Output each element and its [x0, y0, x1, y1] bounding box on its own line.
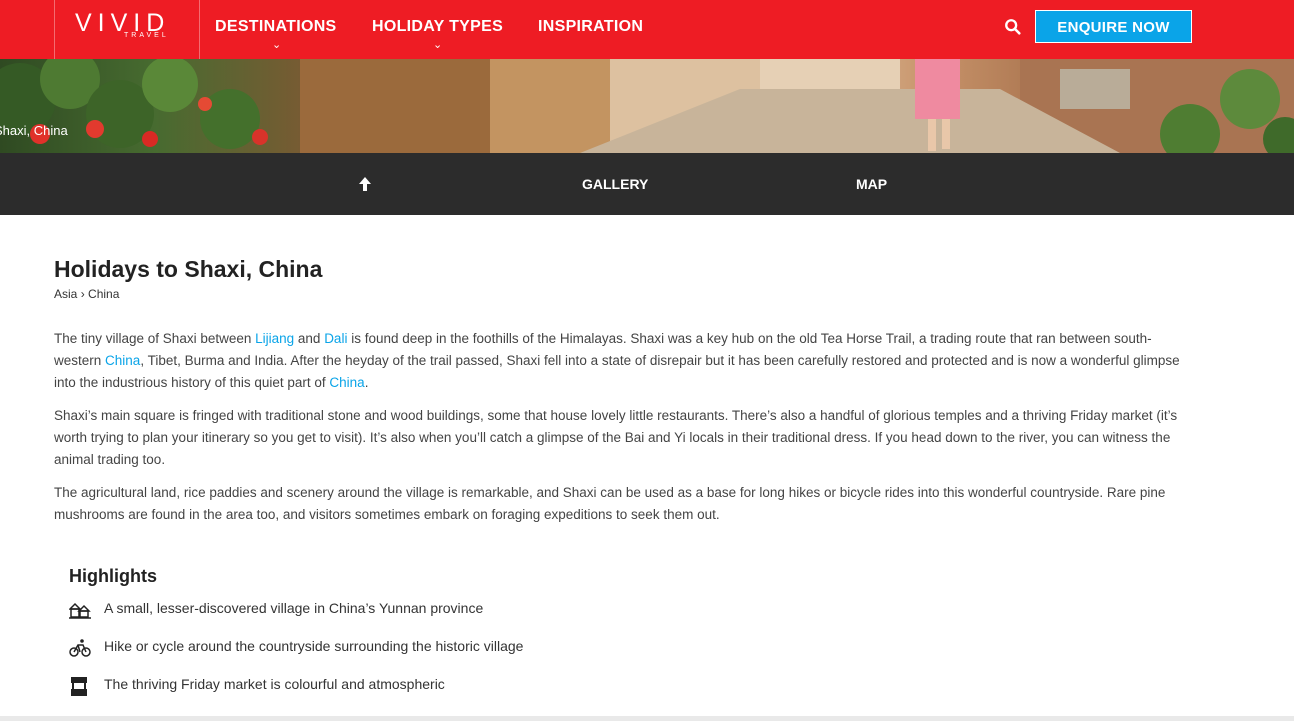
logo-subtitle: TRAVEL [124, 32, 169, 39]
link-lijiang[interactable]: Lijiang [255, 331, 294, 346]
enquire-now-button[interactable]: ENQUIRE NOW [1035, 10, 1192, 43]
market-stall-icon [71, 677, 87, 696]
intro-text-5: . [364, 375, 369, 390]
chevron-down-icon: ⌄ [433, 39, 443, 51]
countryside-paragraph: The agricultural land, rice paddies and … [54, 485, 1166, 522]
nav-holiday-types[interactable]: HOLIDAY TYPES [372, 18, 503, 36]
chevron-down-icon: ⌄ [272, 39, 282, 51]
link-dali[interactable]: Dali [324, 331, 347, 346]
intro-text-1: The tiny village of Shaxi between [54, 331, 256, 346]
highlight-text: The thriving Friday market is colourful … [104, 676, 445, 692]
search-icon[interactable] [1004, 18, 1022, 36]
nav-inspiration[interactable]: INSPIRATION [538, 18, 643, 36]
intro-text-2: and [294, 331, 325, 346]
highlight-text: Hike or cycle around the countryside sur… [104, 638, 524, 654]
village-icon [69, 602, 91, 619]
hero-photo-illustration [0, 59, 1294, 153]
breadcrumb-asia[interactable]: Asia [54, 287, 77, 301]
section-navigation: GALLERY MAP [0, 153, 1294, 215]
divider [0, 716, 1294, 721]
page-title: Holidays to Shaxi, China [54, 256, 323, 282]
intro-paragraph: The tiny village of Shaxi between Lijian… [54, 328, 1194, 394]
highlights-heading: Highlights [69, 566, 157, 586]
intro-text-4: , Tibet, Burma and India. After the heyd… [54, 353, 1180, 390]
top-navigation-bar: VIVID TRAVEL DESTINATIONS ⌄ HOLIDAY TYPE… [0, 0, 1294, 59]
link-china[interactable]: China [329, 375, 364, 390]
main-square-paragraph: Shaxi’s main square is fringed with trad… [54, 408, 1178, 467]
vivid-travel-logo[interactable]: VIVID TRAVEL [54, 0, 200, 59]
arrow-up-icon[interactable] [358, 176, 372, 192]
tab-gallery[interactable]: GALLERY [582, 176, 648, 192]
highlight-text: A small, lesser-discovered village in Ch… [104, 600, 484, 616]
bicycle-icon [69, 639, 91, 657]
breadcrumb: Asia › China [54, 287, 119, 301]
breadcrumb-separator: › [80, 287, 85, 301]
hero-image: Shaxi, China [0, 59, 1294, 153]
hero-caption: Shaxi, China [0, 123, 68, 138]
tab-map[interactable]: MAP [856, 176, 887, 192]
nav-destinations[interactable]: DESTINATIONS [215, 18, 337, 36]
breadcrumb-china[interactable]: China [88, 287, 119, 301]
link-china[interactable]: China [105, 353, 140, 368]
